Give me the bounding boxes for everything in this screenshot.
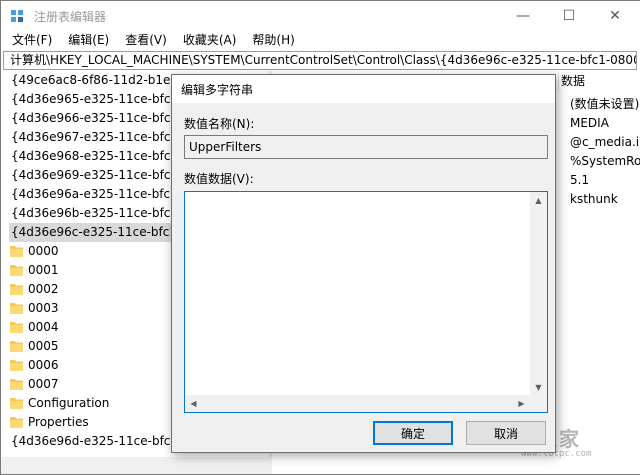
folder-icon xyxy=(10,284,23,295)
folder-icon xyxy=(10,398,23,409)
ok-button-label: 确定 xyxy=(400,426,425,441)
tree-item-label: 0002 xyxy=(28,282,59,296)
scrollbar-corner xyxy=(530,395,547,412)
tree-item-label: 0003 xyxy=(28,301,59,315)
value-data-cell[interactable]: ksthunk xyxy=(570,190,618,209)
menu-bar: 文件(F) 编辑(E) 查看(V) 收藏夹(A) 帮助(H) xyxy=(1,31,640,49)
window-title: 注册表编辑器 xyxy=(34,10,107,24)
value-data-textarea[interactable]: ▲ ▼ ◀ ▶ xyxy=(184,191,548,413)
minimize-icon: — xyxy=(516,8,530,24)
menu-file[interactable]: 文件(F) xyxy=(1,31,57,49)
menu-favorites[interactable]: 收藏夹(A) xyxy=(172,31,242,49)
edit-multi-string-dialog: 编辑多字符串 数值名称(N): UpperFilters 数值数据(V): ▲ … xyxy=(171,74,556,453)
folder-icon xyxy=(10,360,23,371)
folder-icon xyxy=(10,379,23,390)
tree-item-label: 0004 xyxy=(28,320,59,334)
ok-button[interactable]: 确定 xyxy=(373,421,453,445)
value-data-cell[interactable]: 5.1 xyxy=(570,171,589,190)
title-bar: 注册表编辑器 — ☐ ✕ xyxy=(1,1,640,31)
tree-item-label: Configuration xyxy=(28,396,110,410)
folder-icon xyxy=(10,417,23,428)
menu-view[interactable]: 查看(V) xyxy=(114,31,172,49)
column-divider xyxy=(558,73,559,91)
cancel-button-label: 取消 xyxy=(493,426,518,441)
scroll-left-icon[interactable]: ◀ xyxy=(185,395,202,412)
textarea-vertical-scrollbar[interactable]: ▲ ▼ xyxy=(530,192,547,396)
scroll-right-icon[interactable]: ▶ xyxy=(513,395,530,412)
tree-item-label: 0001 xyxy=(28,263,59,277)
tree-item-label: 0007 xyxy=(28,377,59,391)
tree-item-label: Properties xyxy=(28,415,89,429)
value-data-label: 数值数据(V): xyxy=(184,172,254,186)
folder-icon xyxy=(10,322,23,333)
cancel-button[interactable]: 取消 xyxy=(466,421,546,445)
value-name-field: UpperFilters xyxy=(184,135,548,159)
value-data-cell[interactable]: @c_media.inf xyxy=(570,133,640,152)
folder-icon xyxy=(10,341,23,352)
close-button[interactable]: ✕ xyxy=(592,1,638,31)
scroll-up-icon[interactable]: ▲ xyxy=(530,192,547,209)
textarea-horizontal-scrollbar[interactable]: ◀ ▶ xyxy=(185,395,530,412)
value-name-label: 数值名称(N): xyxy=(184,117,255,131)
maximize-button[interactable]: ☐ xyxy=(546,1,592,31)
tree-item-label: 0005 xyxy=(28,339,59,353)
tree-item-label: 0000 xyxy=(28,244,59,258)
registry-editor-app-icon xyxy=(11,10,23,22)
minimize-button[interactable]: — xyxy=(500,1,546,31)
maximize-icon: ☐ xyxy=(562,8,576,24)
scroll-down-icon[interactable]: ▼ xyxy=(530,379,547,396)
folder-icon xyxy=(10,303,23,314)
dialog-title-bar: 编辑多字符串 xyxy=(172,75,555,103)
dialog-title: 编辑多字符串 xyxy=(181,83,254,97)
address-bar[interactable]: 计算机\HKEY_LOCAL_MACHINE\SYSTEM\CurrentCon… xyxy=(3,51,637,70)
tree-item-label: 0006 xyxy=(28,358,59,372)
menu-help[interactable]: 帮助(H) xyxy=(241,31,299,49)
column-header-data[interactable]: 数据 xyxy=(561,71,585,91)
value-data-cell[interactable]: MEDIA xyxy=(570,114,609,133)
menu-edit[interactable]: 编辑(E) xyxy=(57,31,114,49)
folder-icon xyxy=(10,246,23,257)
folder-icon xyxy=(10,265,23,276)
value-data-cell[interactable]: %SystemRoot% xyxy=(570,152,640,171)
value-data-cell[interactable]: (数值未设置) xyxy=(570,95,639,114)
close-icon: ✕ xyxy=(609,8,621,24)
tree-horizontal-scrollbar[interactable] xyxy=(1,457,269,474)
